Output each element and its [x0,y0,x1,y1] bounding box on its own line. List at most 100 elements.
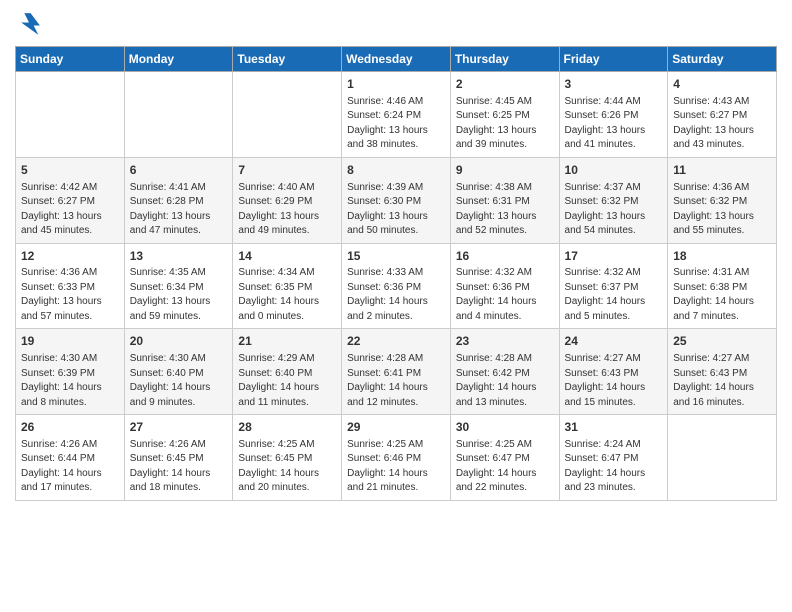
weekday-header-saturday: Saturday [668,47,777,72]
cell-info: Sunrise: 4:37 AM Sunset: 6:32 PM Dayligh… [565,181,663,239]
calendar-cell: 27 Sunrise: 4:26 AM Sunset: 6:45 PM Dayli… [124,415,233,501]
calendar-cell: 3 Sunrise: 4:44 AM Sunset: 6:26 PM Daylig… [559,72,668,158]
calendar-row-2: 12Sunrise: 4:36 AM Sunset: 6:33 PM Dayli… [16,243,777,329]
day-number: 11 [673,162,771,179]
calendar-cell: 31Sunrise: 4:24 AM Sunset: 6:47 PM Dayli… [559,415,668,501]
day-number: 10 [565,162,663,179]
weekday-header-wednesday: Wednesday [342,47,451,72]
day-number: 7 [238,162,336,179]
calendar-cell: 10 Sunrise: 4:37 AM Sunset: 6:32 PM Dayli… [559,157,668,243]
calendar-row-3: 19 Sunrise: 4:30 AM Sunset: 6:39 PM Dayli… [16,329,777,415]
calendar-cell: 7 Sunrise: 4:40 AM Sunset: 6:29 PM Daylig… [233,157,342,243]
calendar-cell: 23 Sunrise: 4:28 AM Sunset: 6:42 PM Dayli… [450,329,559,415]
day-number: 9 [456,162,554,179]
calendar-cell: 16Sunrise: 4:32 AM Sunset: 6:36 PM Dayli… [450,243,559,329]
day-number: 8 [347,162,445,179]
calendar-cell: 13Sunrise: 4:35 AM Sunset: 6:34 PM Dayli… [124,243,233,329]
page: SundayMondayTuesdayWednesdayThursdayFrid… [0,0,792,612]
weekday-header-monday: Monday [124,47,233,72]
cell-info: Sunrise: 4:36 AM Sunset: 6:32 PM Dayligh… [673,181,771,239]
calendar-cell: 15Sunrise: 4:33 AM Sunset: 6:36 PM Dayli… [342,243,451,329]
calendar-cell: 4 Sunrise: 4:43 AM Sunset: 6:27 PM Daylig… [668,72,777,158]
calendar-cell: 2Sunrise: 4:45 AM Sunset: 6:25 PM Daylig… [450,72,559,158]
cell-info: Sunrise: 4:46 AM Sunset: 6:24 PM Dayligh… [347,95,445,153]
day-number: 16 [456,248,554,265]
cell-info: Sunrise: 4:30 AM Sunset: 6:39 PM Dayligh… [21,352,119,410]
weekday-header-thursday: Thursday [450,47,559,72]
calendar-cell [16,72,125,158]
day-number: 5 [21,162,119,179]
cell-info: Sunrise: 4:34 AM Sunset: 6:35 PM Dayligh… [238,266,336,324]
day-number: 4 [673,76,771,93]
cell-info: Sunrise: 4:30 AM Sunset: 6:40 PM Dayligh… [130,352,228,410]
day-number: 24 [565,333,663,350]
day-number: 14 [238,248,336,265]
cell-info: Sunrise: 4:31 AM Sunset: 6:38 PM Dayligh… [673,266,771,324]
calendar-cell: 19 Sunrise: 4:30 AM Sunset: 6:39 PM Dayli… [16,329,125,415]
day-number: 12 [21,248,119,265]
cell-info: Sunrise: 4:38 AM Sunset: 6:31 PM Dayligh… [456,181,554,239]
cell-info: Sunrise: 4:43 AM Sunset: 6:27 PM Dayligh… [673,95,771,153]
day-number: 26 [21,419,119,436]
cell-info: Sunrise: 4:26 AM Sunset: 6:45 PM Dayligh… [130,438,228,496]
day-number: 23 [456,333,554,350]
cell-info: Sunrise: 4:32 AM Sunset: 6:36 PM Dayligh… [456,266,554,324]
calendar-cell: 17Sunrise: 4:32 AM Sunset: 6:37 PM Dayli… [559,243,668,329]
cell-info: Sunrise: 4:33 AM Sunset: 6:36 PM Dayligh… [347,266,445,324]
calendar-cell: 26 Sunrise: 4:26 AM Sunset: 6:44 PM Dayli… [16,415,125,501]
day-number: 18 [673,248,771,265]
weekday-header-sunday: Sunday [16,47,125,72]
logo-icon [15,10,43,38]
calendar-cell: 21 Sunrise: 4:29 AM Sunset: 6:40 PM Dayli… [233,329,342,415]
calendar-cell: 11 Sunrise: 4:36 AM Sunset: 6:32 PM Dayli… [668,157,777,243]
cell-info: Sunrise: 4:42 AM Sunset: 6:27 PM Dayligh… [21,181,119,239]
day-number: 22 [347,333,445,350]
day-number: 27 [130,419,228,436]
cell-info: Sunrise: 4:39 AM Sunset: 6:30 PM Dayligh… [347,181,445,239]
calendar-cell: 25Sunrise: 4:27 AM Sunset: 6:43 PM Dayli… [668,329,777,415]
weekday-header-friday: Friday [559,47,668,72]
cell-info: Sunrise: 4:29 AM Sunset: 6:40 PM Dayligh… [238,352,336,410]
calendar-row-4: 26 Sunrise: 4:26 AM Sunset: 6:44 PM Dayli… [16,415,777,501]
day-number: 31 [565,419,663,436]
day-number: 15 [347,248,445,265]
cell-info: Sunrise: 4:28 AM Sunset: 6:42 PM Dayligh… [456,352,554,410]
cell-info: Sunrise: 4:35 AM Sunset: 6:34 PM Dayligh… [130,266,228,324]
day-number: 3 [565,76,663,93]
calendar-cell: 14Sunrise: 4:34 AM Sunset: 6:35 PM Dayli… [233,243,342,329]
cell-info: Sunrise: 4:28 AM Sunset: 6:41 PM Dayligh… [347,352,445,410]
day-number: 20 [130,333,228,350]
cell-info: Sunrise: 4:32 AM Sunset: 6:37 PM Dayligh… [565,266,663,324]
calendar-row-0: 1Sunrise: 4:46 AM Sunset: 6:24 PM Daylig… [16,72,777,158]
weekday-header-row: SundayMondayTuesdayWednesdayThursdayFrid… [16,47,777,72]
logo [15,10,47,38]
calendar-cell: 8 Sunrise: 4:39 AM Sunset: 6:30 PM Daylig… [342,157,451,243]
cell-info: Sunrise: 4:45 AM Sunset: 6:25 PM Dayligh… [456,95,554,153]
calendar-table: SundayMondayTuesdayWednesdayThursdayFrid… [15,46,777,501]
cell-info: Sunrise: 4:26 AM Sunset: 6:44 PM Dayligh… [21,438,119,496]
day-number: 29 [347,419,445,436]
calendar-cell: 18Sunrise: 4:31 AM Sunset: 6:38 PM Dayli… [668,243,777,329]
day-number: 28 [238,419,336,436]
header [15,10,777,38]
day-number: 13 [130,248,228,265]
calendar-cell [233,72,342,158]
calendar-cell [124,72,233,158]
cell-info: Sunrise: 4:44 AM Sunset: 6:26 PM Dayligh… [565,95,663,153]
calendar-cell: 22 Sunrise: 4:28 AM Sunset: 6:41 PM Dayli… [342,329,451,415]
calendar-cell: 9 Sunrise: 4:38 AM Sunset: 6:31 PM Daylig… [450,157,559,243]
day-number: 19 [21,333,119,350]
cell-info: Sunrise: 4:27 AM Sunset: 6:43 PM Dayligh… [673,352,771,410]
calendar-row-1: 5 Sunrise: 4:42 AM Sunset: 6:27 PM Daylig… [16,157,777,243]
day-number: 17 [565,248,663,265]
day-number: 21 [238,333,336,350]
cell-info: Sunrise: 4:40 AM Sunset: 6:29 PM Dayligh… [238,181,336,239]
cell-info: Sunrise: 4:25 AM Sunset: 6:46 PM Dayligh… [347,438,445,496]
calendar-cell: 6Sunrise: 4:41 AM Sunset: 6:28 PM Daylig… [124,157,233,243]
calendar-cell: 20 Sunrise: 4:30 AM Sunset: 6:40 PM Dayli… [124,329,233,415]
day-number: 30 [456,419,554,436]
calendar-cell: 30Sunrise: 4:25 AM Sunset: 6:47 PM Dayli… [450,415,559,501]
cell-info: Sunrise: 4:41 AM Sunset: 6:28 PM Dayligh… [130,181,228,239]
calendar-cell: 12Sunrise: 4:36 AM Sunset: 6:33 PM Dayli… [16,243,125,329]
calendar-cell [668,415,777,501]
